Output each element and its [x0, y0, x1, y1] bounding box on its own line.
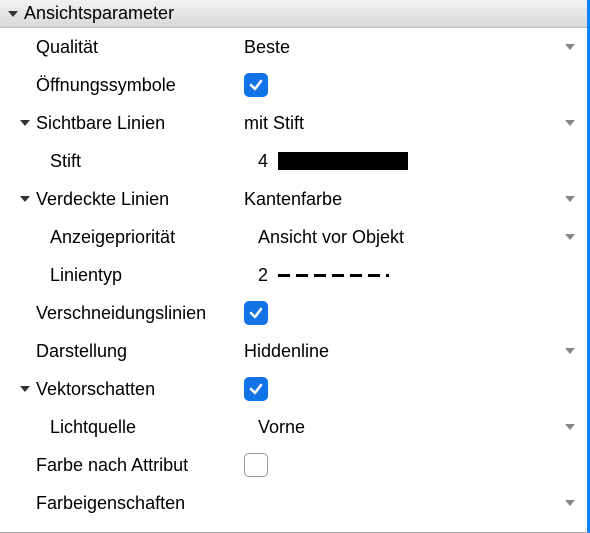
- checkbox-vector-shadow[interactable]: [244, 377, 268, 401]
- chevron-down-icon: [18, 192, 32, 206]
- section-header[interactable]: Ansichtsparameter: [0, 0, 587, 28]
- label-visible-lines: Sichtbare Linien: [36, 113, 165, 134]
- row-hidden-lines: Verdeckte Linien Kantenfarbe: [8, 180, 587, 218]
- dropdown-pen[interactable]: 4: [244, 151, 587, 172]
- chevron-down-icon: [563, 345, 577, 357]
- value-representation: Hiddenline: [244, 341, 329, 362]
- value-display-priority: Ansicht vor Objekt: [258, 227, 404, 248]
- pen-color-swatch: [278, 152, 408, 170]
- row-intersection-lines: Verschneidungslinien: [8, 294, 587, 332]
- value-cell-opening-symbols: [244, 73, 587, 97]
- label-representation: Darstellung: [8, 341, 244, 362]
- label-light-source: Lichtquelle: [8, 417, 244, 438]
- value-cell-vector-shadow: [244, 377, 587, 401]
- value-pen: 4: [258, 151, 268, 172]
- dropdown-representation[interactable]: Hiddenline: [244, 341, 587, 362]
- dropdown-light-source[interactable]: Vorne: [244, 417, 587, 438]
- label-pen: Stift: [8, 151, 244, 172]
- toggle-vector-shadow[interactable]: Vektorschatten: [8, 379, 244, 400]
- row-light-source: Lichtquelle Vorne: [8, 408, 587, 446]
- dropdown-hidden-lines[interactable]: Kantenfarbe: [244, 189, 587, 210]
- chevron-down-icon: [6, 7, 20, 21]
- chevron-down-icon: [563, 497, 577, 509]
- checkbox-color-by-attribute[interactable]: [244, 453, 268, 477]
- chevron-down-icon: [18, 382, 32, 396]
- dropdown-display-priority[interactable]: Ansicht vor Objekt: [244, 227, 587, 248]
- row-color-properties: Farbeigenschaften: [8, 484, 587, 522]
- property-list: Qualität Beste Öffnungssymbole Sichtbare…: [0, 28, 587, 522]
- row-color-by-attribute: Farbe nach Attribut: [8, 446, 587, 484]
- label-hidden-lines: Verdeckte Linien: [36, 189, 169, 210]
- row-display-priority: Anzeigepriorität Ansicht vor Objekt: [8, 218, 587, 256]
- dropdown-visible-lines[interactable]: mit Stift: [244, 113, 587, 134]
- row-representation: Darstellung Hiddenline: [8, 332, 587, 370]
- dropdown-quality[interactable]: Beste: [244, 37, 587, 58]
- value-light-source: Vorne: [258, 417, 305, 438]
- row-linetype: Linientyp 2: [8, 256, 587, 294]
- linetype-preview: [278, 274, 389, 277]
- label-color-properties: Farbeigenschaften: [8, 493, 244, 514]
- toggle-visible-lines[interactable]: Sichtbare Linien: [8, 113, 244, 134]
- label-display-priority: Anzeigepriorität: [8, 227, 244, 248]
- value-quality: Beste: [244, 37, 290, 58]
- chevron-down-icon: [563, 117, 577, 129]
- row-visible-lines: Sichtbare Linien mit Stift: [8, 104, 587, 142]
- checkbox-opening-symbols[interactable]: [244, 73, 268, 97]
- value-hidden-lines: Kantenfarbe: [244, 189, 342, 210]
- checkbox-intersection-lines[interactable]: [244, 301, 268, 325]
- chevron-down-icon: [563, 41, 577, 53]
- value-cell-intersection: [244, 301, 587, 325]
- value-visible-lines: mit Stift: [244, 113, 304, 134]
- row-opening-symbols: Öffnungssymbole: [8, 66, 587, 104]
- chevron-down-icon: [563, 193, 577, 205]
- chevron-down-icon: [563, 421, 577, 433]
- label-quality: Qualität: [8, 37, 244, 58]
- value-cell-color-by-attribute: [244, 453, 587, 477]
- label-linetype: Linientyp: [8, 265, 244, 286]
- row-vector-shadow: Vektorschatten: [8, 370, 587, 408]
- section-title: Ansichtsparameter: [24, 3, 174, 24]
- row-pen: Stift 4: [8, 142, 587, 180]
- label-color-by-attribute: Farbe nach Attribut: [8, 455, 244, 476]
- toggle-hidden-lines[interactable]: Verdeckte Linien: [8, 189, 244, 210]
- row-quality: Qualität Beste: [8, 28, 587, 66]
- label-vector-shadow: Vektorschatten: [36, 379, 155, 400]
- dropdown-linetype[interactable]: 2: [244, 265, 587, 286]
- label-opening-symbols: Öffnungssymbole: [8, 75, 244, 96]
- label-intersection-lines: Verschneidungslinien: [8, 303, 244, 324]
- chevron-down-icon: [18, 116, 32, 130]
- value-linetype: 2: [258, 265, 268, 286]
- chevron-down-icon: [563, 231, 577, 243]
